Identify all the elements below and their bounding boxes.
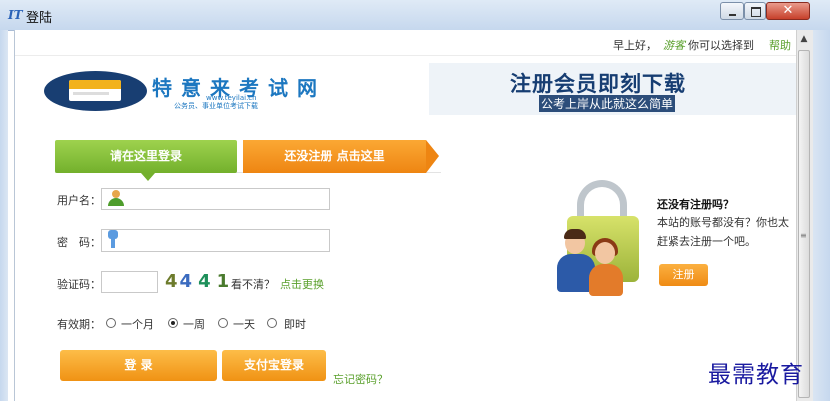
- captcha-image[interactable]: 44 4 1: [165, 271, 231, 292]
- tab-register[interactable]: 还没注册 点击这里: [243, 140, 426, 173]
- username-label: 用户名：: [57, 194, 101, 207]
- forgot-password-link[interactable]: 忘记密码？: [333, 371, 388, 387]
- captcha-char: 4: [198, 271, 213, 292]
- promo-text-line2: 赶紧去注册一个吧。: [657, 235, 756, 248]
- logo-tagline: 公务员、事业单位考试下载: [174, 102, 258, 110]
- radio-one-day[interactable]: [218, 318, 228, 328]
- captcha-change-link[interactable]: 点击更换: [280, 276, 324, 292]
- watermark-text: 最需教育: [708, 362, 804, 388]
- scroll-up-icon[interactable]: ▲: [798, 33, 810, 45]
- window-frame-right: [812, 30, 830, 401]
- radio-label-one-day[interactable]: 一天: [233, 316, 255, 332]
- alipay-login-button[interactable]: 支付宝登录: [222, 350, 326, 381]
- lock-users-illustration: [555, 180, 650, 298]
- captcha-char: 4: [179, 271, 195, 292]
- password-input[interactable]: [101, 229, 330, 252]
- register-button[interactable]: 注册: [659, 264, 708, 286]
- captcha-label: 验证码：: [57, 278, 101, 291]
- woman-icon: [589, 264, 623, 296]
- scrollbar-grip-icon: ≡: [800, 231, 807, 240]
- promo-text-line1: 本站的账号都没有？你也太: [657, 216, 789, 229]
- radio-label-one-week[interactable]: 一周: [183, 316, 205, 332]
- validity-label: 有效期：: [57, 318, 101, 331]
- window-frame-left: [0, 30, 8, 401]
- promo-title: 还没有注册吗？: [657, 198, 734, 211]
- radio-label-instant[interactable]: 即时: [284, 316, 306, 332]
- radio-instant[interactable]: [267, 318, 277, 328]
- tab-register-arrow-icon: [426, 140, 439, 173]
- window-title: 登陆: [26, 11, 53, 26]
- banner-headline: 注册会员即刻下载: [510, 72, 686, 96]
- username-input[interactable]: [101, 188, 330, 210]
- help-link[interactable]: 帮助: [769, 37, 791, 53]
- tab-login-pointer-icon: [141, 173, 155, 181]
- captcha-unclear-text: 看不清？: [231, 278, 275, 291]
- radio-one-month[interactable]: [106, 318, 116, 328]
- visitor-label: 游客: [663, 39, 685, 52]
- choose-text: 你可以选择到: [688, 39, 754, 52]
- user-icon: [107, 190, 125, 208]
- app-icon: IT: [8, 8, 23, 22]
- site-logo[interactable]: 特意来考试网 www.teyilai.cn 公务员、事业单位考试下载: [44, 68, 362, 113]
- maximize-button[interactable]: [744, 2, 766, 20]
- radio-label-one-month[interactable]: 一个月: [121, 316, 154, 332]
- close-button[interactable]: ✕: [766, 2, 810, 20]
- banner-subline: 公考上岸从此就这么简单: [539, 95, 676, 112]
- scrollbar-thumb[interactable]: [798, 50, 810, 398]
- greeting-text: 早上好，: [613, 39, 657, 52]
- window-titlebar[interactable]: [0, 0, 830, 31]
- captcha-char: 4: [165, 271, 180, 292]
- captcha-input[interactable]: [101, 271, 158, 293]
- key-icon: [106, 230, 120, 248]
- captcha-char: 1: [216, 271, 232, 292]
- radio-one-week[interactable]: [168, 318, 178, 328]
- tab-login[interactable]: 请在这里登录: [55, 140, 237, 173]
- envelope-icon: [69, 80, 121, 101]
- login-button[interactable]: 登 录: [60, 350, 217, 381]
- minimize-button[interactable]: [720, 2, 744, 20]
- password-label: 密 码：: [57, 236, 101, 249]
